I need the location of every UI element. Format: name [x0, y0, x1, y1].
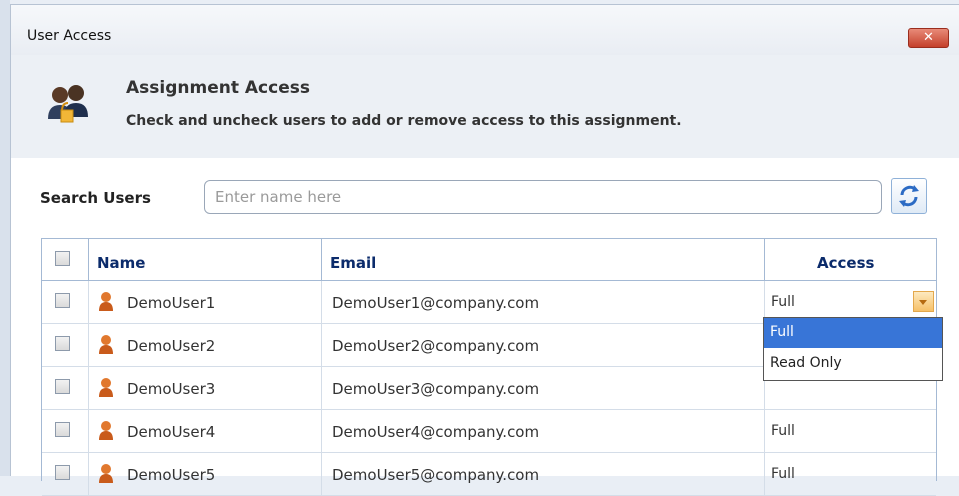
dropdown-option-read-only[interactable]: Read Only	[764, 349, 942, 379]
window-title: User Access	[27, 28, 112, 44]
search-users-label: Search Users	[40, 189, 151, 207]
user-email: DemoUser2@company.com	[332, 337, 540, 355]
users-lock-icon	[48, 85, 88, 123]
header-description: Check and uncheck users to add or remove…	[126, 113, 682, 129]
row-name-cell: DemoUser2	[89, 324, 322, 366]
user-name: DemoUser2	[127, 337, 216, 355]
refresh-button[interactable]	[891, 178, 927, 214]
row-checkbox[interactable]	[55, 336, 70, 351]
dialog-header: Assignment Access Check and uncheck user…	[11, 55, 959, 158]
row-email-cell: DemoUser5@company.com	[322, 453, 765, 495]
access-value: Full	[771, 294, 795, 310]
row-check-cell	[42, 324, 89, 366]
user-email: DemoUser5@company.com	[332, 466, 540, 484]
row-checkbox[interactable]	[55, 422, 70, 437]
refresh-icon	[899, 185, 919, 207]
user-name: DemoUser1	[127, 294, 216, 312]
user-name: DemoUser4	[127, 423, 216, 441]
access-dropdown-list: Full Read Only	[763, 317, 943, 381]
table-row: DemoUser5 DemoUser5@company.com Full	[42, 453, 936, 496]
row-email-cell: DemoUser2@company.com	[322, 324, 765, 366]
dropdown-arrow-icon[interactable]	[913, 291, 934, 312]
row-name-cell: DemoUser1	[89, 281, 322, 323]
header-email-cell[interactable]: Email	[322, 239, 765, 280]
user-access-dialog: User Access ✕ Assignment Access Check an…	[10, 4, 959, 496]
row-checkbox[interactable]	[55, 293, 70, 308]
user-email: DemoUser4@company.com	[332, 423, 540, 441]
close-button[interactable]: ✕	[908, 28, 949, 48]
dropdown-option-full[interactable]: Full	[764, 318, 942, 348]
row-check-cell	[42, 410, 89, 452]
select-all-checkbox[interactable]	[55, 251, 70, 266]
row-access-cell[interactable]: Full	[765, 453, 936, 495]
row-email-cell: DemoUser1@company.com	[322, 281, 765, 323]
header-name-cell[interactable]: Name	[89, 239, 322, 280]
row-check-cell	[42, 367, 89, 409]
row-check-cell	[42, 453, 89, 495]
user-icon	[99, 464, 113, 483]
row-name-cell: DemoUser4	[89, 410, 322, 452]
user-email: DemoUser3@company.com	[332, 380, 540, 398]
access-value: Full	[771, 423, 795, 439]
table-header-row: Name Email Access	[42, 239, 936, 281]
row-email-cell: DemoUser3@company.com	[322, 367, 765, 409]
column-header-name: Name	[97, 254, 146, 272]
background-edge	[0, 0, 10, 476]
search-input[interactable]	[204, 180, 882, 214]
column-header-email: Email	[330, 254, 377, 272]
row-check-cell	[42, 281, 89, 323]
row-name-cell: DemoUser5	[89, 453, 322, 495]
title-bar: User Access ✕	[11, 5, 959, 55]
row-email-cell: DemoUser4@company.com	[322, 410, 765, 452]
user-name: DemoUser5	[127, 466, 216, 484]
row-name-cell: DemoUser3	[89, 367, 322, 409]
header-access-cell[interactable]: Access	[765, 239, 936, 280]
user-icon	[99, 335, 113, 354]
header-title: Assignment Access	[126, 78, 310, 98]
row-access-cell[interactable]: Full	[765, 410, 936, 452]
access-value: Full	[771, 466, 795, 482]
user-icon	[99, 292, 113, 311]
close-icon: ✕	[923, 30, 934, 45]
user-icon	[99, 378, 113, 397]
header-check-cell	[42, 239, 89, 280]
column-header-access: Access	[817, 254, 875, 272]
user-icon	[99, 421, 113, 440]
row-checkbox[interactable]	[55, 465, 70, 480]
user-name: DemoUser3	[127, 380, 216, 398]
user-email: DemoUser1@company.com	[332, 294, 540, 312]
row-checkbox[interactable]	[55, 379, 70, 394]
table-row: DemoUser4 DemoUser4@company.com Full	[42, 410, 936, 453]
